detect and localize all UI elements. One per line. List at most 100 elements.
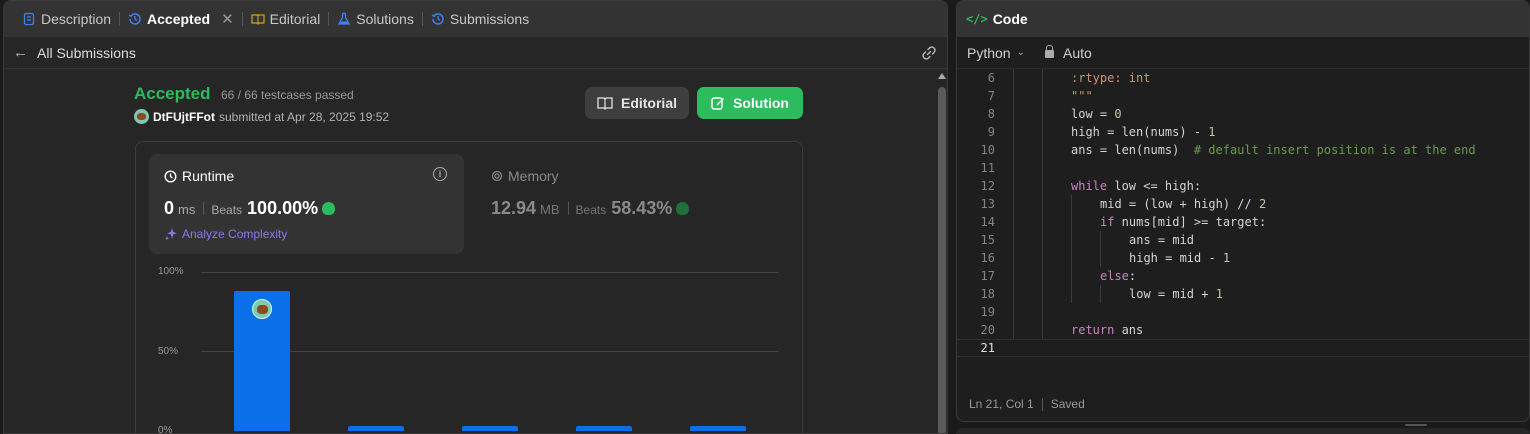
line-number: 14 bbox=[980, 215, 995, 229]
code-line[interactable]: 7 """ bbox=[957, 87, 1529, 105]
divider bbox=[567, 202, 569, 215]
edit-icon bbox=[711, 97, 724, 110]
info-icon[interactable]: i bbox=[433, 167, 447, 181]
chart-bar[interactable] bbox=[348, 426, 404, 431]
language-select[interactable]: Python bbox=[967, 45, 1011, 61]
close-icon[interactable]: ✕ bbox=[221, 10, 234, 28]
username[interactable]: DtFUjtFFot bbox=[153, 110, 215, 124]
submission-detail: Accepted 66 / 66 testcases passed DtFUjt… bbox=[4, 69, 937, 434]
code-line[interactable]: 15 ans = mid bbox=[957, 231, 1529, 249]
code-line[interactable]: 16 high = mid - 1 bbox=[957, 249, 1529, 267]
runtime-distribution-chart: 100% 50% 0% bbox=[136, 262, 804, 434]
sparkle-icon bbox=[165, 228, 177, 241]
tab-editorial[interactable]: Editorial bbox=[243, 1, 329, 37]
scrollbar-thumb[interactable] bbox=[938, 87, 946, 433]
runtime-beats: 100.00% bbox=[247, 198, 319, 218]
scroll-up-arrow-icon[interactable] bbox=[938, 73, 946, 79]
chart-bar[interactable] bbox=[576, 426, 632, 431]
indent-guide bbox=[1042, 69, 1043, 87]
indent-guide bbox=[1013, 285, 1014, 303]
code-line[interactable]: 21 bbox=[957, 339, 1529, 357]
cursor-position: Ln 21, Col 1 bbox=[969, 397, 1034, 411]
link-icon[interactable] bbox=[921, 45, 937, 61]
indent-guide bbox=[1042, 285, 1043, 303]
code-line[interactable]: 14 if nums[mid] >= target: bbox=[957, 213, 1529, 231]
editor-status-bar: Ln 21, Col 1 Saved bbox=[969, 397, 1085, 411]
code-line[interactable]: 10 ans = len(nums) # default insert posit… bbox=[957, 141, 1529, 159]
history-icon bbox=[128, 13, 141, 25]
chart-bar[interactable] bbox=[462, 426, 518, 431]
memory-title[interactable]: Memory bbox=[491, 168, 559, 184]
testcases-count: 66 / 66 testcases passed bbox=[220, 88, 354, 102]
code-line[interactable]: 20 return ans bbox=[957, 321, 1529, 339]
code-editor[interactable]: 6:rtype: int 7 """ 8 low = 0 9 high = len(nums… bbox=[957, 69, 1529, 359]
indent-guide bbox=[1042, 231, 1043, 249]
line-number: 16 bbox=[980, 251, 995, 265]
arrow-left-icon[interactable]: ← bbox=[13, 44, 28, 61]
code-line[interactable]: 13 mid = (low + high) // 2 bbox=[957, 195, 1529, 213]
runtime-label: Runtime bbox=[182, 168, 235, 184]
code-line[interactable]: 11 bbox=[957, 159, 1529, 177]
y-tick-label: 50% bbox=[158, 346, 179, 357]
tab-accepted[interactable]: Accepted ✕ bbox=[120, 1, 242, 37]
analyze-complexity-link[interactable]: Analyze Complexity bbox=[164, 227, 287, 241]
line-number: 11 bbox=[980, 161, 995, 175]
tab-solutions[interactable]: Solutions bbox=[329, 1, 422, 37]
mode-label[interactable]: Auto bbox=[1063, 45, 1092, 61]
y-tick-label: 0% bbox=[158, 425, 173, 434]
tab-bar: Description Accepted ✕ Editorial Solutio… bbox=[4, 1, 947, 37]
line-number: 19 bbox=[980, 305, 995, 319]
chevron-down-icon[interactable]: ⌄ bbox=[1017, 47, 1025, 58]
memory-value: 12.94 bbox=[491, 198, 537, 218]
indent-guide bbox=[1071, 285, 1072, 303]
indent-guide bbox=[1042, 177, 1043, 195]
indent-guide bbox=[1042, 195, 1043, 213]
code-text: :rtype: int bbox=[1071, 71, 1151, 85]
indent-guide bbox=[1042, 87, 1043, 105]
solution-button[interactable]: Solution bbox=[697, 87, 803, 119]
line-number: 18 bbox=[980, 287, 995, 301]
indent-guide bbox=[1013, 105, 1014, 123]
scrollbar[interactable] bbox=[936, 69, 947, 433]
runtime-box[interactable]: Runtime i 0 ms Beats 100.00% Analyze Com… bbox=[149, 154, 464, 254]
code-icon: </> bbox=[966, 12, 988, 26]
indent-guide bbox=[1013, 213, 1014, 231]
status-accepted: Accepted bbox=[134, 84, 211, 103]
beats-label: Beats bbox=[575, 203, 607, 217]
indent-guide bbox=[1013, 249, 1014, 267]
code-line[interactable]: 12 while low <= high: bbox=[957, 177, 1529, 195]
avatar[interactable] bbox=[134, 109, 149, 124]
indent-guide bbox=[1013, 141, 1014, 159]
code-text: ans = len(nums) # default insert positio… bbox=[1071, 143, 1476, 157]
code-line[interactable]: 18 low = mid + 1 bbox=[957, 285, 1529, 303]
book-icon bbox=[597, 97, 613, 110]
code-text: low = mid + 1 bbox=[1129, 287, 1223, 301]
runtime-values: 0 ms Beats 100.00% bbox=[164, 198, 336, 219]
all-submissions-link[interactable]: All Submissions bbox=[37, 45, 136, 61]
status-line: Accepted 66 / 66 testcases passed bbox=[134, 84, 354, 104]
line-number: 8 bbox=[987, 107, 995, 121]
line-number: 9 bbox=[987, 125, 995, 139]
editorial-label: Editorial bbox=[620, 95, 677, 111]
code-line[interactable]: 19 bbox=[957, 303, 1529, 321]
tab-label: Accepted bbox=[147, 11, 211, 27]
code-line[interactable]: 9 high = len(nums) - 1 bbox=[957, 123, 1529, 141]
code-line[interactable]: 8 low = 0 bbox=[957, 105, 1529, 123]
resize-handle[interactable] bbox=[1405, 424, 1427, 426]
line-number: 15 bbox=[980, 233, 995, 247]
indent-guide bbox=[1042, 213, 1043, 231]
indent-guide bbox=[1042, 321, 1043, 339]
indent-guide bbox=[1042, 159, 1043, 177]
tab-submissions[interactable]: Submissions bbox=[423, 1, 537, 37]
code-line[interactable]: 6:rtype: int bbox=[957, 69, 1529, 87]
memory-beats: 58.43% bbox=[611, 198, 673, 218]
code-text: low = 0 bbox=[1071, 107, 1122, 121]
indent-guide bbox=[1013, 231, 1014, 249]
submission-panel: Description Accepted ✕ Editorial Solutio… bbox=[3, 0, 948, 434]
tab-description[interactable]: Description bbox=[14, 1, 119, 37]
chart-bar[interactable] bbox=[690, 426, 746, 431]
line-number: 12 bbox=[980, 179, 995, 193]
indent-guide bbox=[1071, 195, 1072, 213]
editorial-button[interactable]: Editorial bbox=[585, 87, 689, 119]
code-line[interactable]: 17 else: bbox=[957, 267, 1529, 285]
